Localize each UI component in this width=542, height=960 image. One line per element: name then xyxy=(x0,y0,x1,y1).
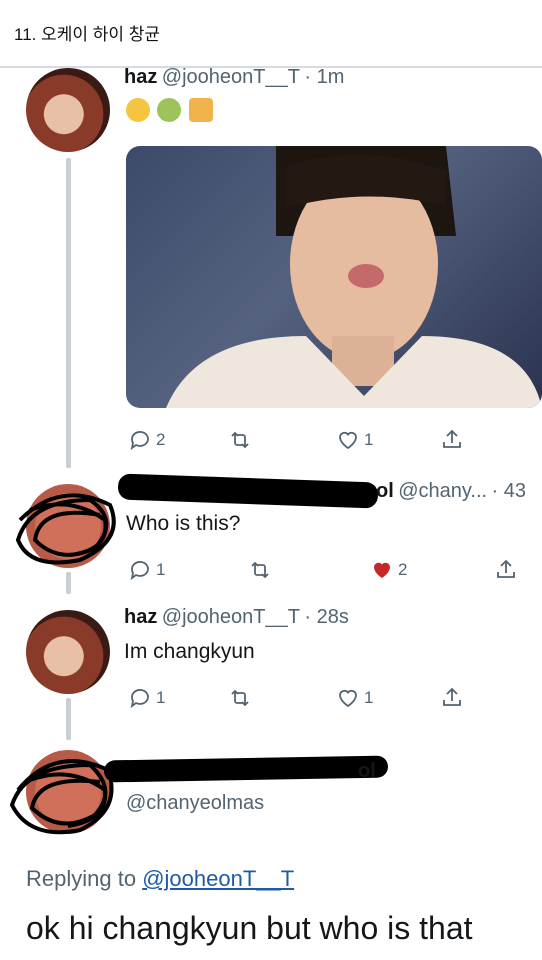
share-button[interactable] xyxy=(440,428,464,452)
display-name[interactable]: haz xyxy=(124,606,157,628)
retweet-icon xyxy=(231,431,249,449)
pleading-face-icon xyxy=(126,98,150,122)
replying-to-label: Replying to xyxy=(26,866,137,891)
avatar[interactable] xyxy=(26,610,110,694)
retweet-button[interactable] xyxy=(228,428,252,452)
heart-filled-icon xyxy=(374,562,390,578)
replying-to: Replying to @jooheonT__T xyxy=(26,866,294,892)
reply-count: 2 xyxy=(156,430,166,449)
heart-icon xyxy=(339,689,357,708)
user-handle[interactable]: @jooheonT__T xyxy=(162,66,300,88)
nauseated-face-icon xyxy=(157,98,182,122)
redacted-name-scribble xyxy=(103,755,389,783)
tweet-header: haz @jooheonT__T · 28s xyxy=(124,606,349,629)
reply-count: 1 xyxy=(156,560,166,579)
heart-icon xyxy=(339,431,357,450)
reply-icon xyxy=(130,431,149,451)
share-icon xyxy=(443,429,461,448)
like-button[interactable]: 2 xyxy=(370,558,407,582)
emoji-row xyxy=(126,98,216,127)
tweet-header: ol @chany... · 43 xyxy=(376,480,526,503)
person-at-computer-icon xyxy=(188,98,213,122)
tweet-text: Who is this? xyxy=(126,512,241,535)
share-button[interactable] xyxy=(494,558,518,582)
reply-icon xyxy=(130,561,149,581)
retweet-button[interactable] xyxy=(248,558,272,582)
avatar[interactable] xyxy=(26,68,110,152)
reply-count: 1 xyxy=(156,688,166,707)
timestamp[interactable]: · 1m xyxy=(304,66,344,88)
like-button[interactable]: 1 xyxy=(336,686,373,710)
like-count: 2 xyxy=(398,560,408,579)
avatar[interactable] xyxy=(26,484,110,568)
timestamp[interactable]: · 43 xyxy=(492,480,526,502)
display-name[interactable]: haz xyxy=(124,66,157,88)
thread-line xyxy=(66,158,71,468)
thread-line xyxy=(66,572,71,594)
replying-to-handle[interactable]: @jooheonT__T xyxy=(142,866,294,891)
reply-icon xyxy=(130,689,149,709)
timestamp[interactable]: · 28s xyxy=(304,606,348,628)
retweet-icon xyxy=(251,561,269,579)
page-title: 11. 오케이 하이 창균 xyxy=(14,25,161,44)
reply-button[interactable]: 1 xyxy=(128,558,165,582)
avatar[interactable] xyxy=(26,750,110,834)
retweet-icon xyxy=(231,689,249,707)
like-count: 1 xyxy=(364,430,374,449)
retweet-button[interactable] xyxy=(228,686,252,710)
display-name-suffix[interactable]: ol xyxy=(376,480,394,502)
user-handle[interactable]: @chanyeolmas xyxy=(126,792,264,815)
share-icon xyxy=(497,559,515,578)
like-button[interactable]: 1 xyxy=(336,428,373,452)
photo-content xyxy=(166,146,542,408)
reply-button[interactable]: 1 xyxy=(128,686,165,710)
tweet-header: haz @jooheonT__T · 1m xyxy=(124,66,344,89)
tweet-text: Im changkyun xyxy=(124,640,255,663)
share-icon xyxy=(443,687,461,706)
reply-textarea[interactable]: ok hi changkyun but who is that xyxy=(26,910,473,947)
thread-line xyxy=(66,698,71,740)
redacted-name-scribble xyxy=(117,473,379,509)
user-handle[interactable]: @jooheonT__T xyxy=(162,606,300,628)
reply-button[interactable]: 2 xyxy=(128,428,165,452)
display-name-suffix[interactable]: ol xyxy=(358,760,376,783)
user-handle[interactable]: @chany... xyxy=(398,480,487,502)
like-count: 1 xyxy=(364,688,374,707)
share-button[interactable] xyxy=(440,686,464,710)
tweet-photo[interactable] xyxy=(126,146,542,408)
